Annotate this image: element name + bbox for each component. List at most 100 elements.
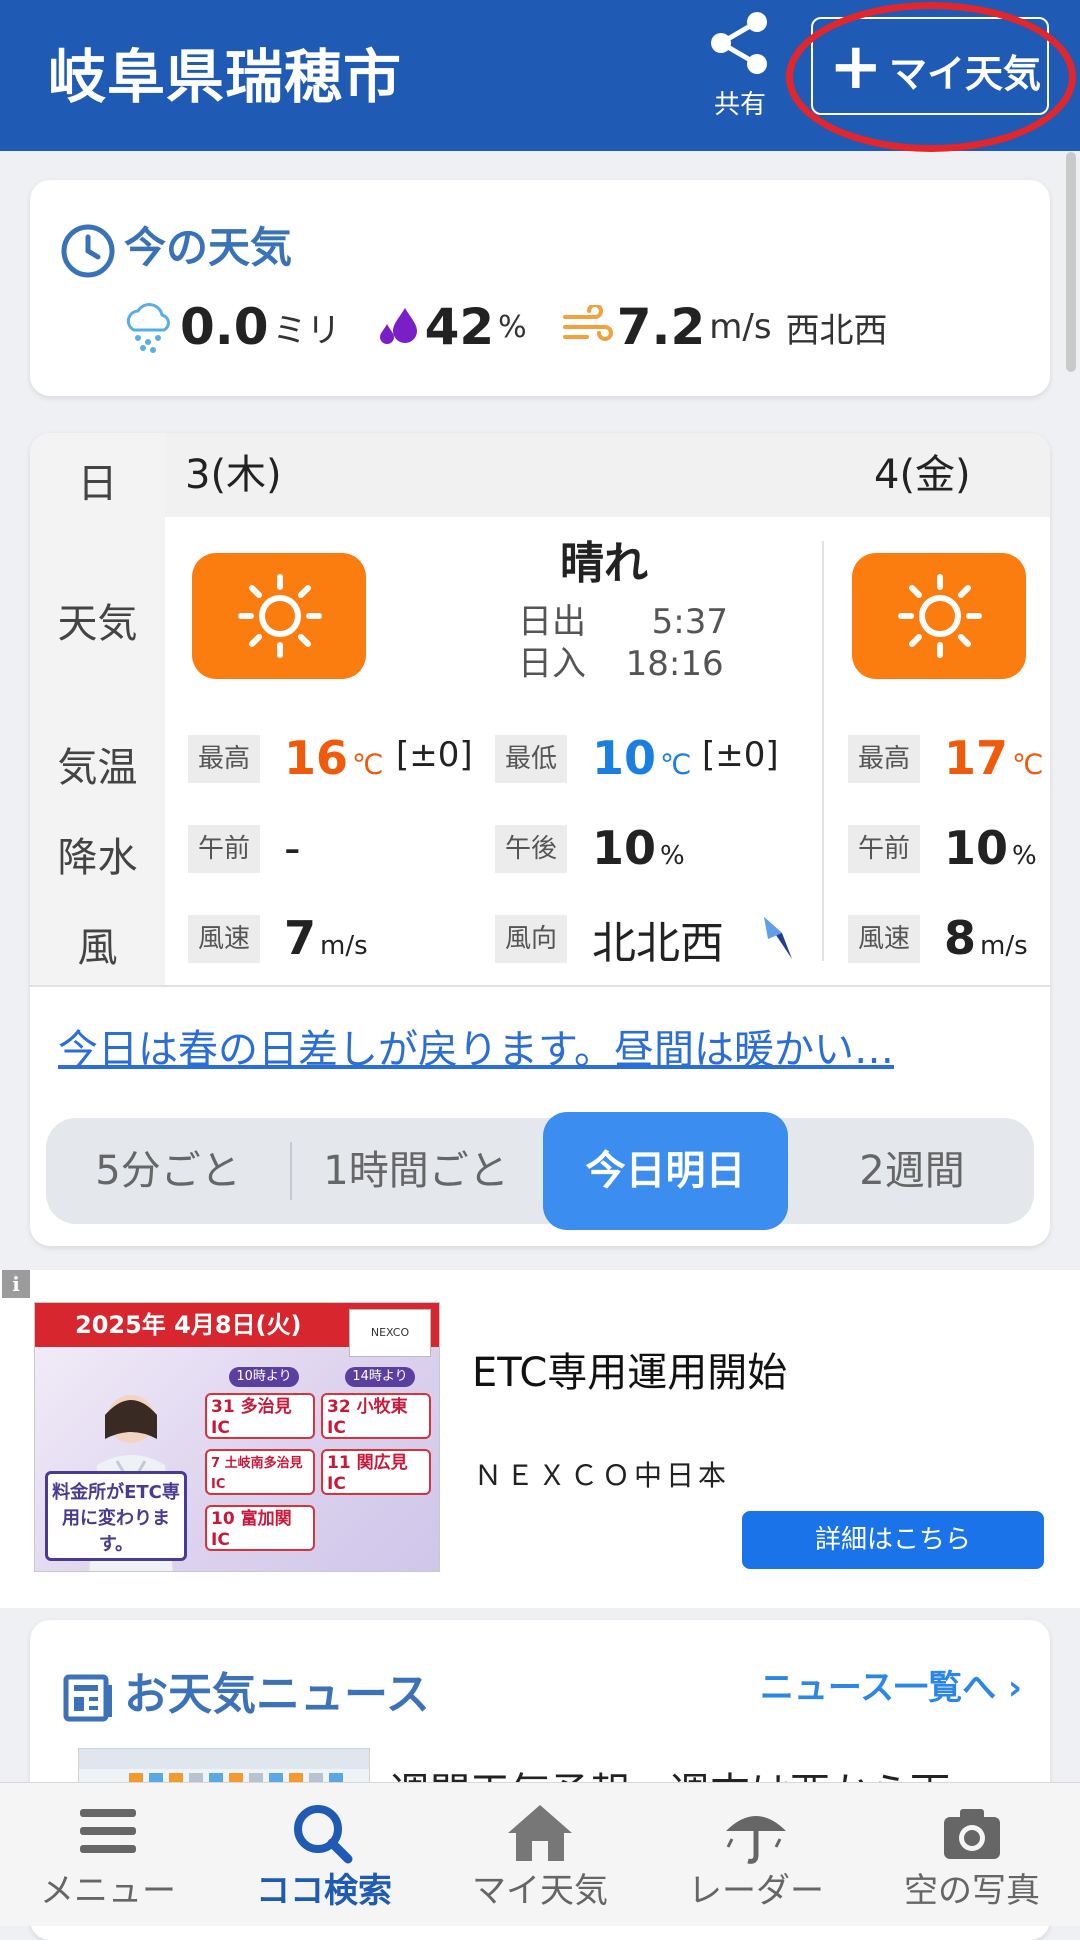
newspaper-icon xyxy=(63,1674,112,1722)
ad-ic-2: 32 小牧東IC xyxy=(321,1393,431,1439)
today-low-value: 10 ℃ xyxy=(592,731,692,785)
nav-sky-photos-label: 空の写真 xyxy=(904,1871,1040,1911)
home-icon xyxy=(508,1805,572,1861)
table-bottom-divider xyxy=(30,985,1050,987)
sunrise-label: 日出 xyxy=(518,602,586,642)
wind-icon xyxy=(562,305,613,341)
search-icon xyxy=(294,1805,353,1864)
nexco-logo: NEXCO xyxy=(349,1309,431,1357)
tomorrow-am-precip: 10% xyxy=(944,821,1037,875)
current-weather-heading: 今の天気 xyxy=(60,214,292,279)
today-low-diff: [±0] xyxy=(702,735,779,775)
page-scrollbar[interactable] xyxy=(1066,152,1076,372)
precip-value: 0.0 xyxy=(180,298,269,356)
clock-icon xyxy=(61,224,115,277)
ad-ic-1: 31 多治見IC xyxy=(205,1393,315,1439)
wind-value: 7.2 xyxy=(616,298,706,356)
precip-unit: ミリ xyxy=(272,310,341,351)
nav-sky-photos[interactable]: 空の写真 xyxy=(864,1783,1080,1927)
humidity-value: 42 xyxy=(424,298,495,356)
tomorrow-wind-speed: 8 m/s xyxy=(944,911,1028,965)
ad-details-button[interactable]: 詳細はこちら xyxy=(742,1511,1044,1569)
today-wind-speed: 7 m/s xyxy=(284,911,368,965)
row-label-temp: 気温 xyxy=(57,745,138,791)
news-list-link[interactable]: ニュース一覧へ › xyxy=(760,1660,1022,1709)
nav-my-weather-label: マイ天気 xyxy=(472,1871,608,1911)
umbrella-icon xyxy=(726,1816,786,1864)
ad-badge: 料金所がETC専用に変わります。 xyxy=(45,1471,187,1561)
forecast-range-tabs: 5分ごと 1時間ごと 今日明日 2週間 xyxy=(46,1112,1034,1230)
nav-radar[interactable]: レーダー xyxy=(648,1783,864,1927)
wind-direction-arrow-icon xyxy=(764,917,792,959)
tomorrow-sunny-icon xyxy=(852,553,1026,679)
tab-today-tomorrow[interactable]: 今日明日 xyxy=(543,1112,788,1230)
bottom-navigation: メニュー ココ検索 マイ天気 レーダー 空の写真 xyxy=(0,1782,1080,1926)
tab-5min[interactable]: 5分ごと xyxy=(46,1118,290,1224)
ad-ic-4: 11 関広見IC xyxy=(321,1449,431,1495)
today-weather-text: 晴れ xyxy=(560,538,648,589)
today-high-tag: 最高 xyxy=(188,735,260,783)
news-heading: お天気ニュース xyxy=(62,1658,430,1723)
page-title: 岐阜県瑞穂市 xyxy=(48,43,403,111)
tab-2weeks[interactable]: 2週間 xyxy=(790,1118,1034,1224)
camera-icon xyxy=(944,1809,1000,1859)
nav-menu-label: メニュー xyxy=(40,1871,176,1911)
today-wind-speed-tag: 風速 xyxy=(188,915,260,963)
current-weather-title: 今の天気 xyxy=(124,223,293,272)
today-am-precip: - xyxy=(284,821,301,875)
share-button[interactable]: 共有 xyxy=(700,8,780,121)
current-weather-values: 0.0 ミリ 42 % 7.2 m/s 西北西 xyxy=(122,298,888,356)
chevron-right-icon: › xyxy=(996,1668,1022,1708)
today-pm-precip: 10% xyxy=(592,821,685,875)
day-divider xyxy=(822,541,824,961)
today-wind-dir-tag: 風向 xyxy=(495,915,567,963)
ad-ic-5: 10 富加関IC xyxy=(205,1505,315,1551)
tab-hourly[interactable]: 1時間ごと xyxy=(292,1118,540,1224)
sunset-label: 日入 xyxy=(518,644,586,684)
today-pm-tag: 午後 xyxy=(495,825,567,873)
nav-search[interactable]: ココ検索 xyxy=(216,1783,432,1927)
row-label-wind: 風 xyxy=(77,925,118,971)
ad-time-10: 10時より xyxy=(229,1367,299,1387)
sun-times: 日出 5:37 日入 18:16 xyxy=(518,601,728,685)
today-wind-dir: 北北西 xyxy=(592,918,724,969)
advertisement[interactable]: i 2025年 4月8日(火) NEXCO 料金所がETC専用に変わります。 1… xyxy=(0,1270,1080,1608)
forecast-card: 日 天気 気温 降水 風 3(木) 4(金) 晴れ 日出 5:37 日入 18:… xyxy=(30,433,1050,1246)
humidity-unit: % xyxy=(498,309,527,345)
tomorrow-wind-speed-tag: 風速 xyxy=(848,915,920,963)
nav-radar-label: レーダー xyxy=(688,1871,824,1911)
row-label-precip: 降水 xyxy=(57,835,138,881)
sunset-time: 18:16 xyxy=(625,644,724,684)
rain-cloud-icon xyxy=(126,303,170,353)
highlight-ring-annotation xyxy=(786,2,1076,152)
wind-direction: 西北西 xyxy=(785,310,888,351)
row-label-day: 日 xyxy=(77,461,118,507)
tomorrow-high-value: 17 ℃ xyxy=(944,731,1044,785)
ad-title[interactable]: ETC専用運用開始 xyxy=(472,1340,787,1398)
ad-sponsor: ＮＥＸＣＯ中日本 xyxy=(474,1459,731,1492)
nav-menu[interactable]: メニュー xyxy=(0,1783,216,1927)
nav-my-weather[interactable]: マイ天気 xyxy=(432,1783,648,1927)
today-sunny-icon xyxy=(192,553,366,679)
today-high-diff: [±0] xyxy=(396,735,473,775)
ad-ic-3: 7 土岐南多治見IC xyxy=(205,1449,315,1495)
tomorrow-am-tag: 午前 xyxy=(848,825,920,873)
tomorrow-high-tag: 最高 xyxy=(848,735,920,783)
nav-search-label: ココ検索 xyxy=(256,1871,392,1911)
ad-info-icon[interactable]: i xyxy=(2,1270,30,1298)
hamburger-icon xyxy=(80,1809,136,1853)
today-high-value: 16 ℃ xyxy=(284,731,384,785)
today-date: 3(木) xyxy=(165,433,854,517)
today-low-tag: 最低 xyxy=(495,735,567,783)
humidity-drops-icon xyxy=(379,308,417,344)
ad-image[interactable]: 2025年 4月8日(火) NEXCO 料金所がETC専用に変わります。 10時… xyxy=(34,1302,440,1572)
tomorrow-date: 4(金) xyxy=(854,433,1050,517)
sunrise-time: 5:37 xyxy=(651,602,728,642)
news-title: お天気ニュース xyxy=(124,1669,430,1720)
wind-unit: m/s xyxy=(709,307,772,347)
share-label: 共有 xyxy=(713,90,766,120)
share-icon xyxy=(711,12,767,74)
forecast-headline-link[interactable]: 今日は春の日差しが戻ります。昼間は暖かい… xyxy=(58,1017,894,1075)
current-weather-card: 今の天気 0.0 ミリ 42 % 7.2 m/s 西北西 xyxy=(30,180,1050,396)
today-am-tag: 午前 xyxy=(188,825,260,873)
